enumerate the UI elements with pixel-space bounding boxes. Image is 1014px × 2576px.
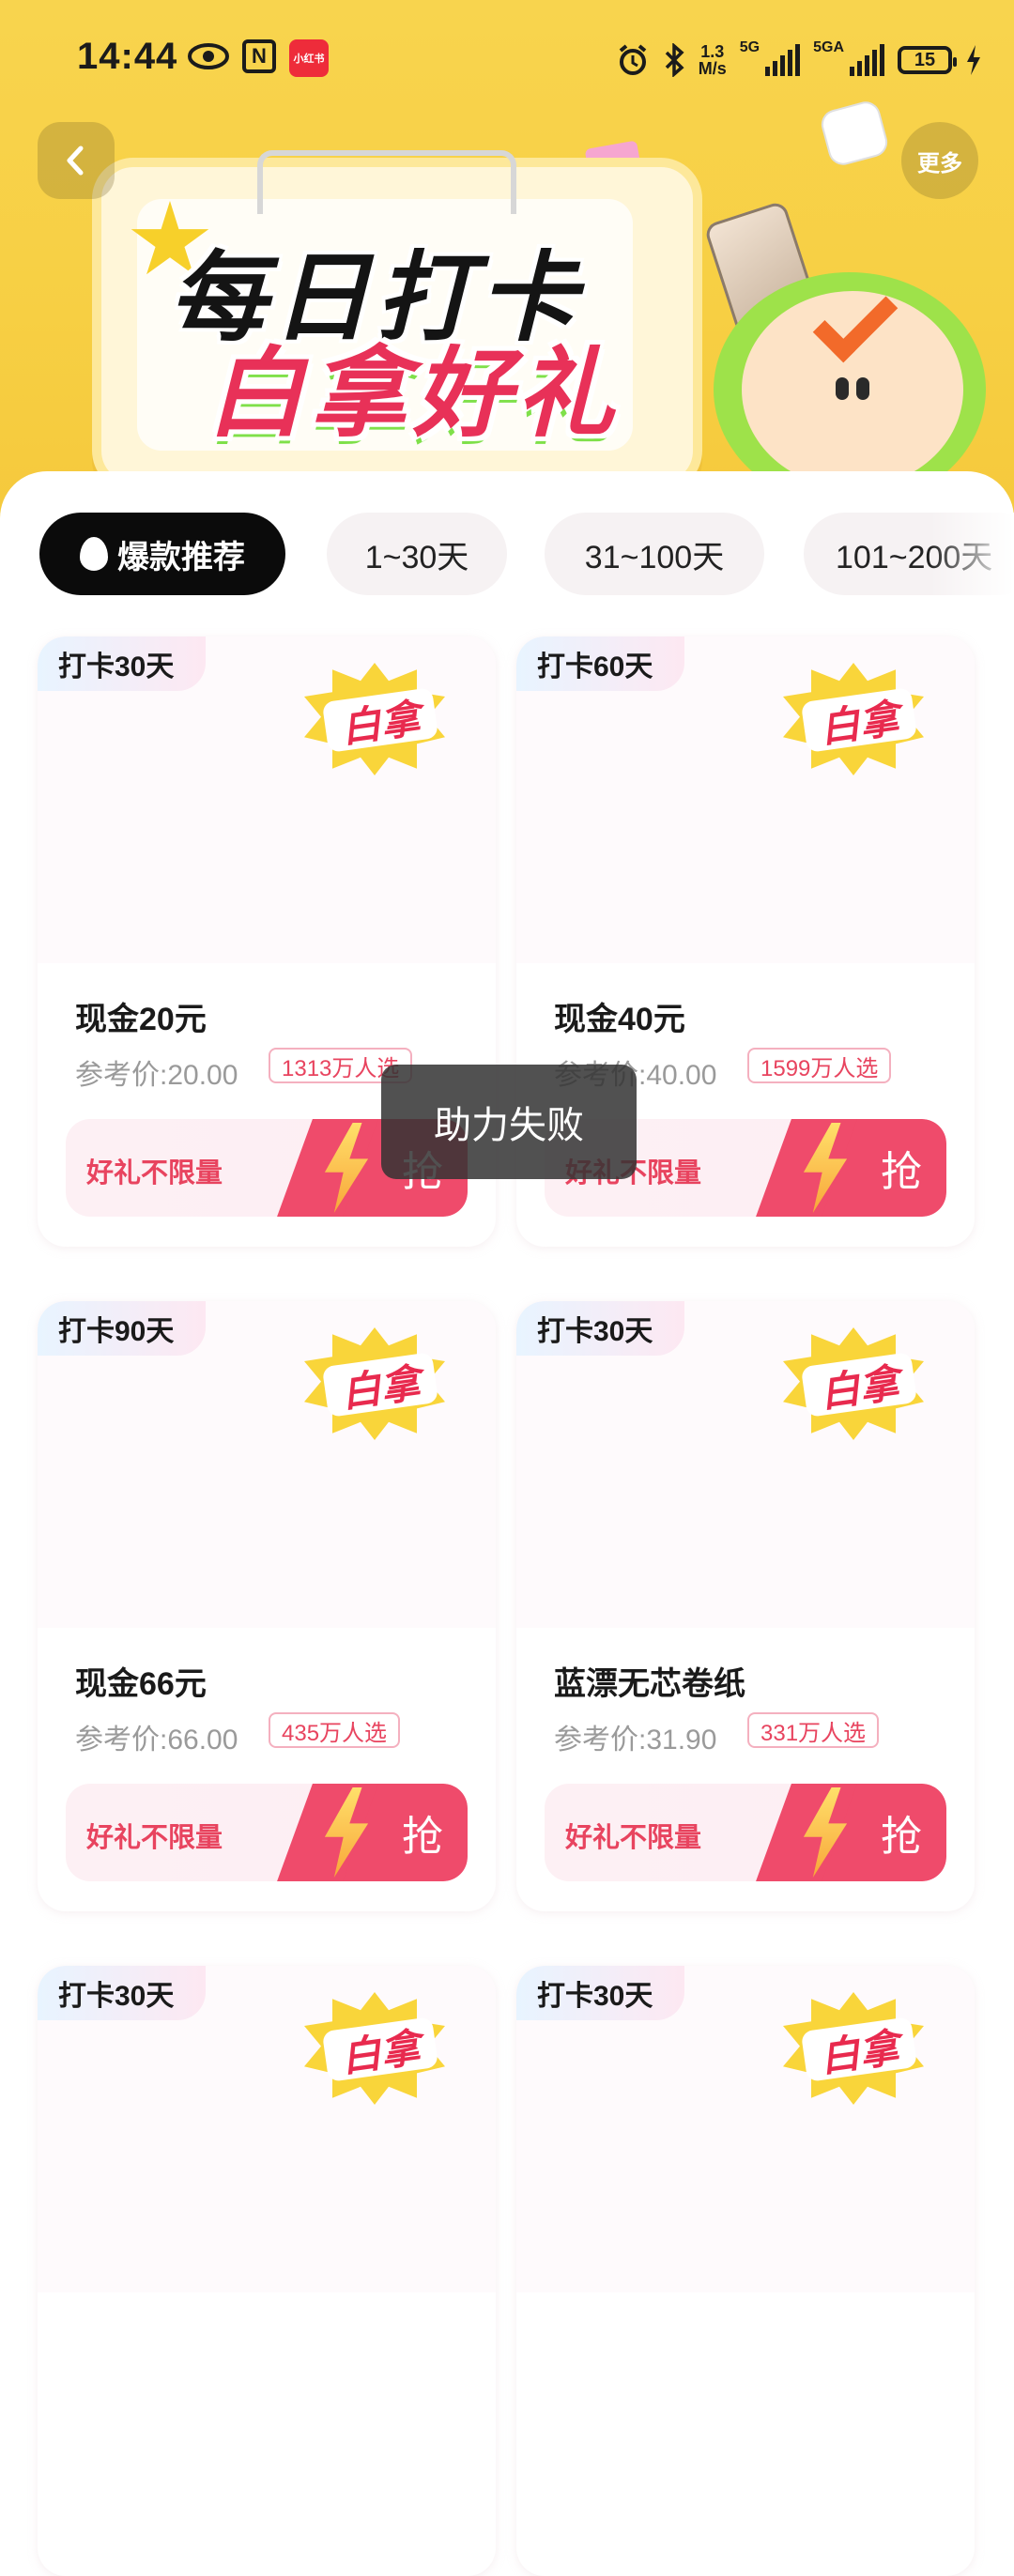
- product-title: 现金20元: [75, 1002, 207, 1037]
- product-title: 现金66元: [75, 1666, 207, 1702]
- day-tag: 打卡30天: [38, 636, 207, 691]
- banner-title-line2: 白拿好礼: [207, 340, 621, 449]
- product-card[interactable]: 打卡30天 白拿 蓝漂无芯卷纸 参考价:31.90 331万人选 好礼不限量 抢: [516, 1301, 975, 1911]
- reference-price: 参考价:31.90: [554, 1725, 717, 1756]
- grab-label: 抢: [881, 1149, 922, 1195]
- grab-bar[interactable]: 好礼不限量 抢: [66, 1784, 468, 1881]
- battery-icon: 15: [898, 46, 957, 74]
- tab-label: 爆款推荐: [117, 539, 245, 575]
- product-title: 现金40元: [554, 1002, 685, 1037]
- unlimited-label: 好礼不限量: [565, 1823, 702, 1853]
- toast-message: 助力失败: [381, 1065, 637, 1179]
- product-title: 蓝漂无芯卷纸: [554, 1666, 745, 1702]
- category-tabs: 爆款推荐 1~30天 31~100天 101~200天: [39, 513, 1014, 597]
- tab-label: 31~100天: [584, 539, 725, 575]
- network-type-2: 5GA: [813, 39, 844, 55]
- board-clip-decoration: [257, 150, 516, 214]
- day-tag: 打卡30天: [516, 1966, 685, 2020]
- free-stamp-label: 白拿: [321, 1352, 439, 1418]
- nfc-icon: N: [242, 39, 276, 73]
- charging-icon: [967, 45, 980, 75]
- day-tag: 打卡30天: [516, 1301, 685, 1356]
- alarm-icon: [619, 44, 647, 75]
- free-stamp-label: 白拿: [800, 2016, 918, 2082]
- grab-label: 抢: [881, 1814, 922, 1860]
- eye-icon: [186, 39, 231, 73]
- day-tag: 打卡90天: [38, 1301, 207, 1356]
- free-stamp-label: 白拿: [321, 687, 439, 753]
- mascot-eye-left: [836, 377, 849, 400]
- tab-31-100-days[interactable]: 31~100天: [545, 513, 764, 595]
- product-card[interactable]: 打卡30天 白拿: [516, 1966, 975, 2576]
- header-banner: 14:44 N 小红书 1.3 M/s 5G 5GA 15 每日打卡 白拿好礼: [0, 0, 1014, 526]
- signal-bars-1-icon: [765, 44, 801, 76]
- reference-price: 参考价:66.00: [75, 1725, 238, 1756]
- product-card[interactable]: 打卡30天 白拿: [38, 1966, 496, 2576]
- picked-count-badge: 331万人选: [747, 1712, 880, 1748]
- tabs-fade-overlay: [930, 513, 1014, 597]
- product-card[interactable]: 打卡90天 白拿 现金66元 参考价:66.00 435万人选 好礼不限量 抢: [38, 1301, 496, 1911]
- reference-price: 参考价:20.00: [75, 1060, 238, 1091]
- mascot-eye-right: [856, 377, 869, 400]
- xiaohongshu-app-icon: 小红书: [289, 39, 329, 77]
- status-right-group: 1.3 M/s 5G 5GA 15: [616, 39, 982, 81]
- signal-bars-2-icon: [850, 44, 884, 76]
- grab-label: 抢: [402, 1814, 443, 1860]
- tab-label: 1~30天: [364, 539, 469, 575]
- tab-1-30-days[interactable]: 1~30天: [327, 513, 507, 595]
- grab-bar[interactable]: 好礼不限量 抢: [545, 1784, 946, 1881]
- back-button[interactable]: [38, 122, 115, 199]
- speed-value: 1.3: [700, 42, 725, 61]
- free-stamp-label: 白拿: [800, 1352, 918, 1418]
- battery-level: 15: [914, 49, 936, 70]
- network-speed: 1.3 M/s: [699, 43, 727, 77]
- status-time: 14:44: [77, 36, 178, 77]
- flame-icon: [80, 537, 108, 571]
- content-sheet: 爆款推荐 1~30天 31~100天 101~200天 打卡30天 白拿 现金2…: [0, 471, 1014, 2576]
- unlimited-label: 好礼不限量: [86, 1823, 223, 1853]
- unlimited-label: 好礼不限量: [86, 1158, 223, 1188]
- picked-count-badge: 1599万人选: [747, 1048, 892, 1083]
- day-tag: 打卡60天: [516, 636, 685, 691]
- tab-hot-recommend[interactable]: 爆款推荐: [39, 513, 285, 595]
- picked-count-badge: 435万人选: [269, 1712, 401, 1748]
- more-button[interactable]: 更多: [901, 122, 978, 199]
- day-tag: 打卡30天: [38, 1966, 207, 2020]
- speed-unit: M/s: [698, 59, 727, 78]
- network-type-1: 5G: [739, 39, 760, 55]
- free-stamp-label: 白拿: [800, 687, 918, 753]
- free-stamp-label: 白拿: [321, 2016, 439, 2082]
- bluetooth-icon: [665, 43, 684, 77]
- chevron-left-icon: [67, 146, 84, 176]
